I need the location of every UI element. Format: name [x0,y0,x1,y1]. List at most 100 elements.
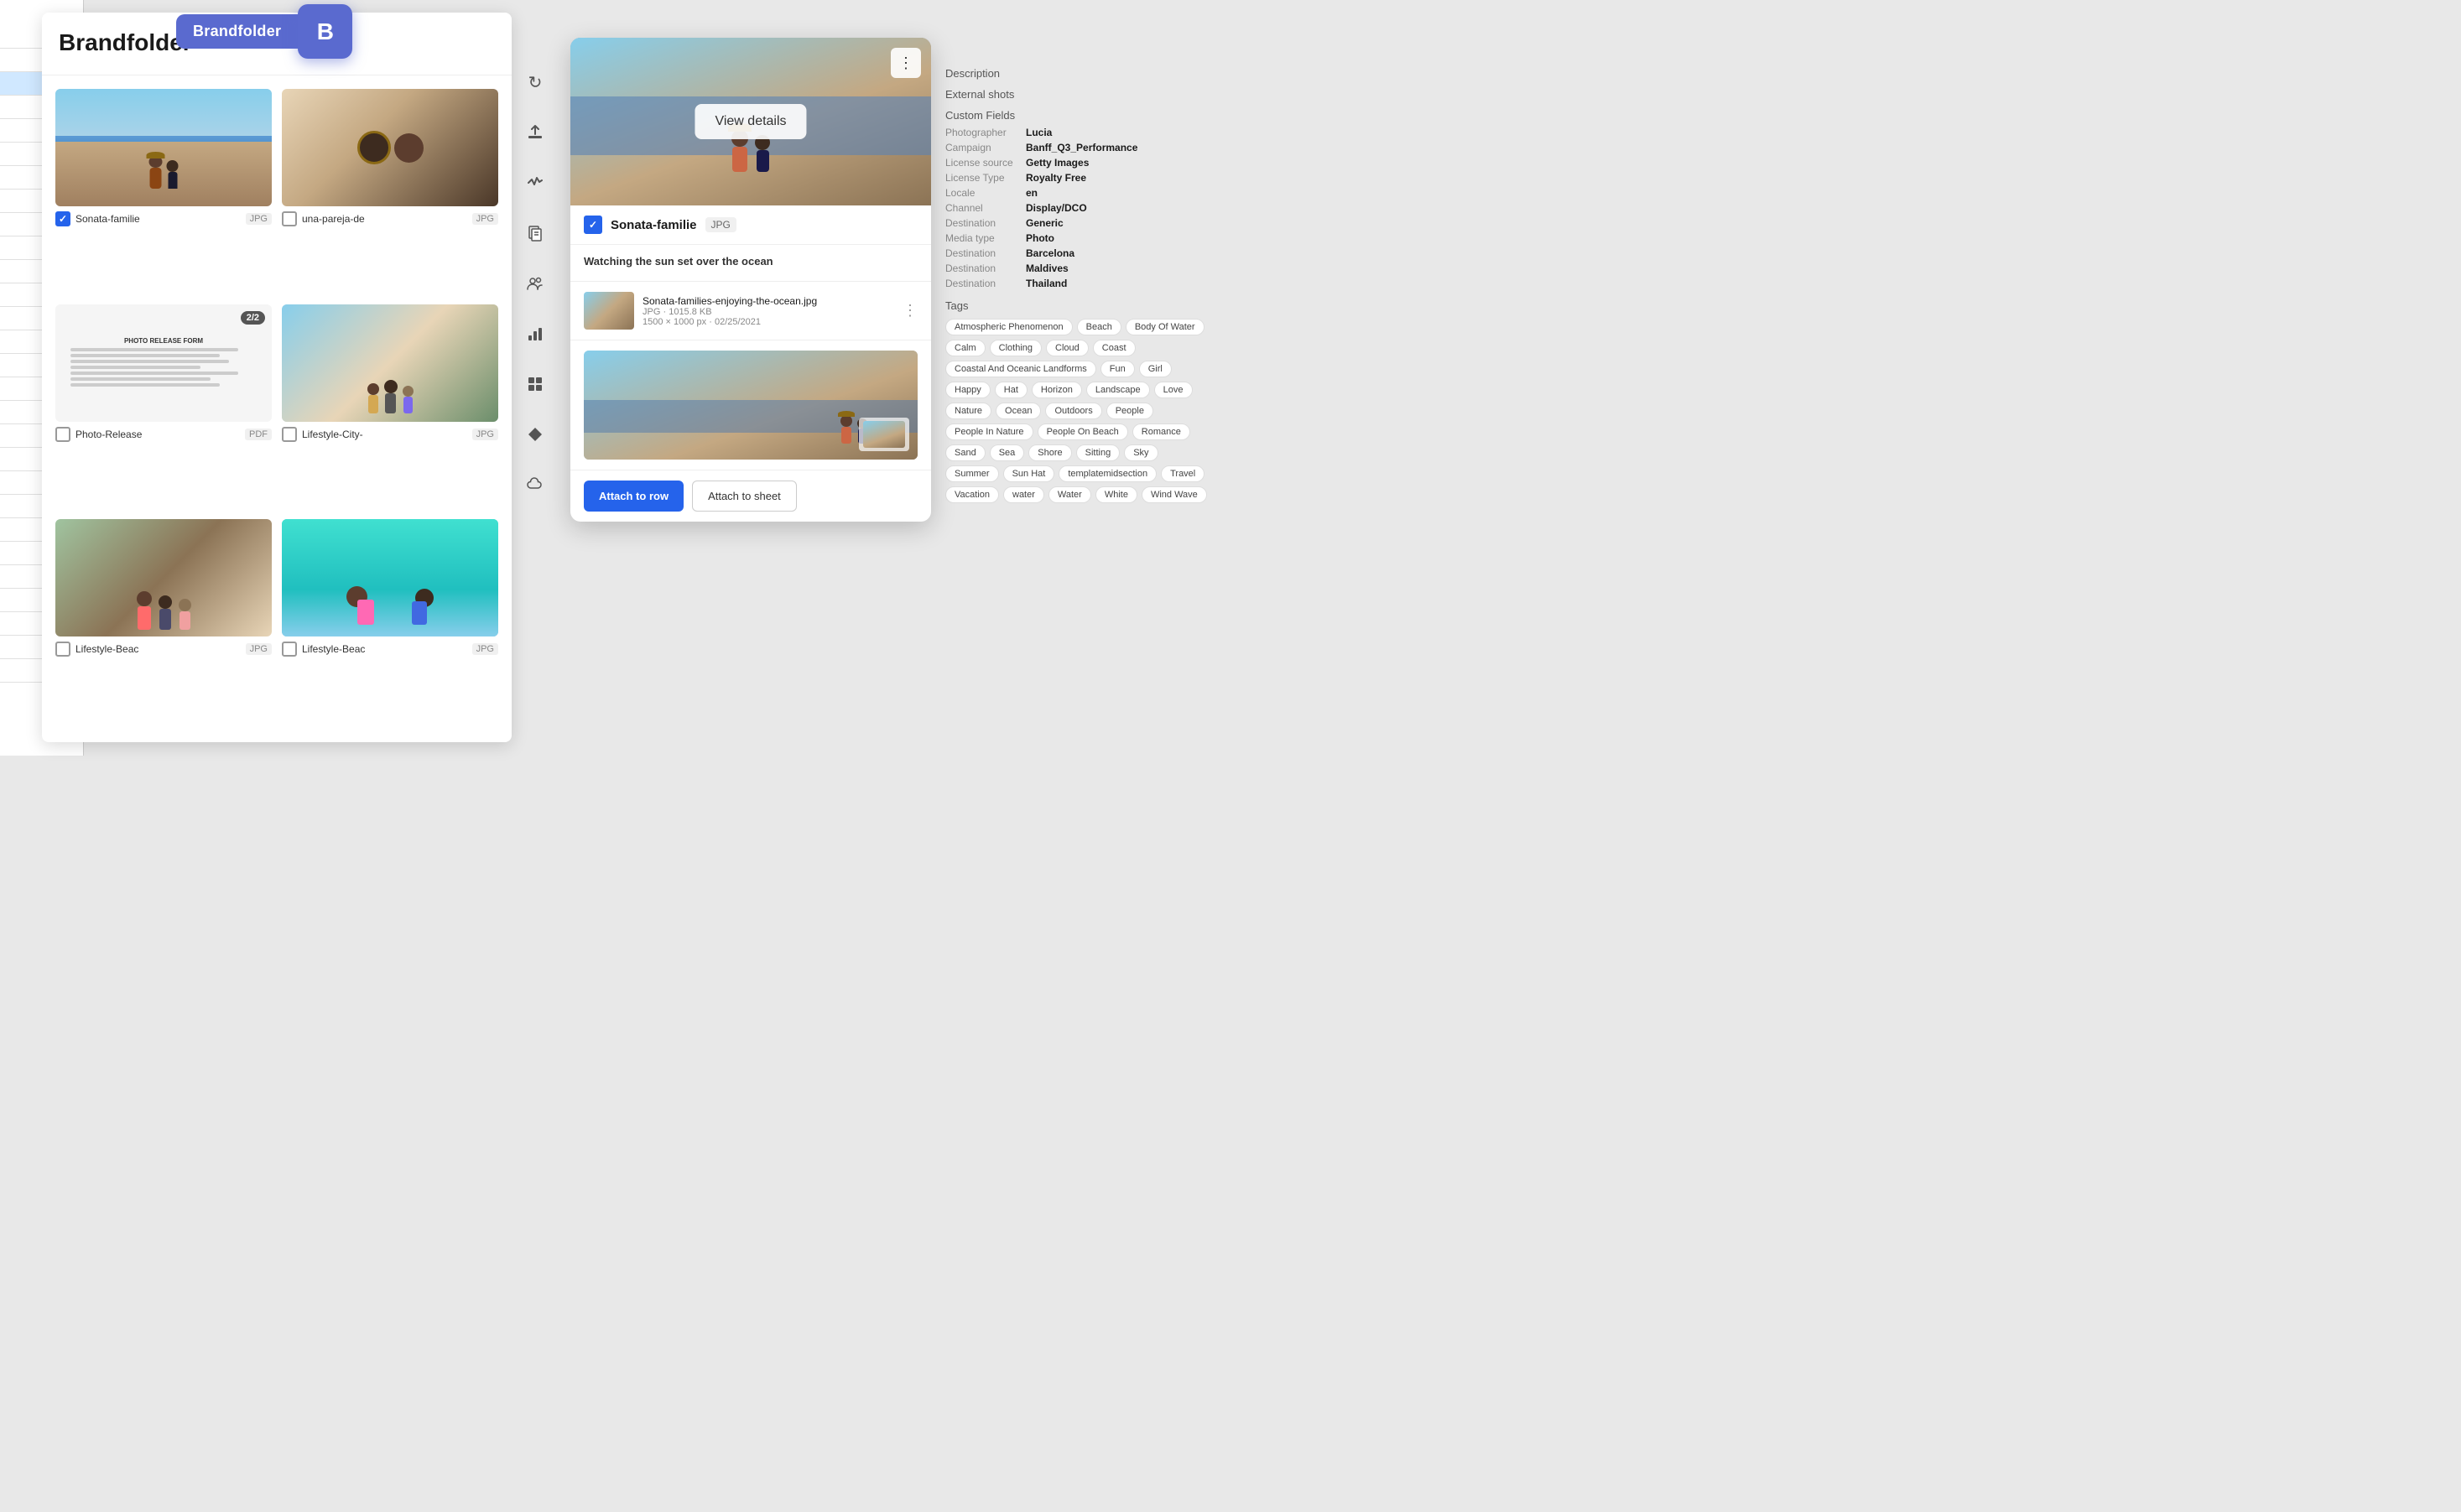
tag-white[interactable]: White [1095,486,1137,503]
chart-icon[interactable] [520,319,550,349]
tags-label: Tags [945,299,1214,312]
details-panel: Description External shots Custom Fields… [929,50,1230,512]
tag-water-upper[interactable]: Water [1048,486,1091,503]
tag-sun-hat[interactable]: Sun Hat [1003,465,1055,482]
asset-thumbnail[interactable] [282,89,498,206]
asset-footer: Photo-Release PDF [55,427,272,442]
tag-nature[interactable]: Nature [945,403,991,419]
tag-sea[interactable]: Sea [990,444,1025,461]
tag-happy[interactable]: Happy [945,382,991,398]
tag-fun[interactable]: Fun [1100,361,1135,377]
asset-type: JPG [246,213,272,225]
upload-icon[interactable] [520,117,550,148]
tag-beach[interactable]: Beach [1077,319,1121,335]
asset-checkbox[interactable] [55,211,70,226]
field-label: Destination [945,247,1021,259]
asset-checkbox[interactable] [282,642,297,657]
file-type: JPG [643,307,660,317]
list-item: Sonata-familie JPG [55,89,272,294]
asset-more-button[interactable]: ⋮ [891,48,921,78]
tag-romance[interactable]: Romance [1132,423,1190,440]
tag-shore[interactable]: Shore [1028,444,1071,461]
tag-landscape[interactable]: Landscape [1086,382,1150,398]
tag-templatemidsection[interactable]: templatemidsection [1059,465,1157,482]
page-count-badge: 2/2 [241,311,265,325]
cloud-icon[interactable] [520,470,550,500]
field-value: Maldives [1026,262,1069,274]
asset-detail-checkbox[interactable] [584,216,602,234]
file-dimensions: 1500 × 1000 px [643,317,706,327]
tag-wind-wave[interactable]: Wind Wave [1142,486,1207,503]
field-license-type: License Type Royalty Free [945,172,1214,184]
tag-people-on-beach[interactable]: People On Beach [1038,423,1128,440]
tag-cloud[interactable]: Cloud [1046,340,1089,356]
field-value: Getty Images [1026,157,1089,169]
asset-checkbox[interactable] [55,642,70,657]
field-label: Locale [945,187,1021,199]
tags-list: Atmospheric Phenomenon Beach Body Of Wat… [945,319,1214,503]
tag-atmospheric-phenomenon[interactable]: Atmospheric Phenomenon [945,319,1073,335]
tag-sand[interactable]: Sand [945,444,986,461]
tag-ocean[interactable]: Ocean [996,403,1041,419]
asset-detail-card: ⋮ View details Sonata-familie JPG Watchi… [570,38,931,522]
documents-icon[interactable] [520,218,550,248]
tag-people[interactable]: People [1106,403,1153,419]
tag-hat[interactable]: Hat [995,382,1028,398]
refresh-icon[interactable]: ↻ [520,67,550,97]
field-value: Generic [1026,217,1064,229]
file-size: 1015.8 KB [669,307,711,317]
tag-calm[interactable]: Calm [945,340,986,356]
asset-thumbnail[interactable] [282,304,498,422]
asset-type: JPG [472,213,498,225]
grid-icon[interactable] [520,369,550,399]
tags-section: Tags Atmospheric Phenomenon Beach Body O… [945,299,1214,503]
tag-sitting[interactable]: Sitting [1076,444,1121,461]
brandfolder-logo-icon: B [298,4,352,59]
list-item: una-pareja-de JPG [282,89,498,294]
description-title: Watching the sun set over the ocean [584,255,918,268]
asset-type: JPG [472,429,498,440]
asset-thumbnail[interactable] [282,519,498,636]
asset-thumbnail[interactable] [55,89,272,206]
asset-checkbox[interactable] [282,427,297,442]
asset-type: JPG [472,643,498,655]
file-more-button[interactable]: ⋮ [903,302,918,320]
file-meta: JPG · 1015.8 KB [643,307,894,317]
attach-to-row-button[interactable]: Attach to row [584,481,684,512]
tag-coastal-oceanic[interactable]: Coastal And Oceanic Landforms [945,361,1096,377]
tag-love[interactable]: Love [1154,382,1193,398]
people-icon[interactable] [520,268,550,299]
field-value: Banff_Q3_Performance [1026,142,1137,153]
asset-detail-type: JPG [705,217,736,232]
tag-horizon[interactable]: Horizon [1032,382,1082,398]
tag-girl[interactable]: Girl [1139,361,1172,377]
field-destination-generic: Destination Generic [945,217,1214,229]
tag-coast[interactable]: Coast [1093,340,1136,356]
diamond-icon[interactable] [520,419,550,449]
field-photographer: Photographer Lucia [945,127,1214,138]
view-details-button[interactable]: View details [695,104,806,139]
field-value: Lucia [1026,127,1052,138]
attach-to-sheet-button[interactable]: Attach to sheet [692,481,797,512]
tag-summer[interactable]: Summer [945,465,999,482]
tag-people-in-nature[interactable]: People In Nature [945,423,1033,440]
sidebar-icons: ↻ [520,67,550,500]
field-locale: Locale en [945,187,1214,199]
asset-thumbnail[interactable]: PHOTO RELEASE FORM 2/2 [55,304,272,422]
tag-travel[interactable]: Travel [1161,465,1204,482]
asset-checkbox[interactable] [282,211,297,226]
field-label: License Type [945,172,1021,184]
asset-checkbox[interactable] [55,427,70,442]
asset-thumbnail[interactable] [55,519,272,636]
activity-icon[interactable] [520,168,550,198]
tag-water-lower[interactable]: water [1003,486,1044,503]
tag-sky[interactable]: Sky [1124,444,1158,461]
description-section: Watching the sun set over the ocean [570,245,931,282]
tag-clothing[interactable]: Clothing [990,340,1042,356]
asset-detail-name: Sonata-familie [611,218,697,232]
tag-body-of-water[interactable]: Body Of Water [1126,319,1204,335]
tag-outdoors[interactable]: Outdoors [1045,403,1101,419]
asset-type: JPG [246,643,272,655]
tag-vacation[interactable]: Vacation [945,486,999,503]
field-label: Destination [945,278,1021,289]
